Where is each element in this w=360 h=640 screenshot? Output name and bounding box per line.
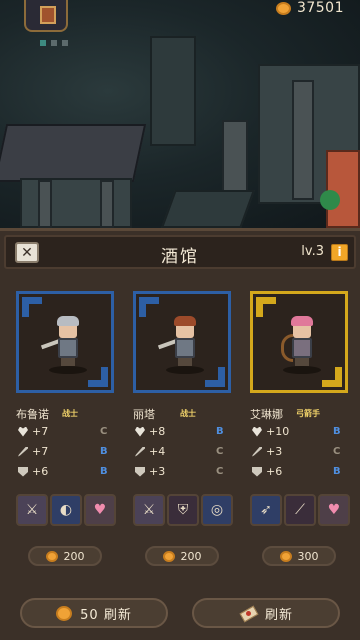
stat-grade: B (333, 426, 341, 437)
temple-pillar (38, 180, 52, 228)
paid-refresh-button[interactable]: 50 刷新 (20, 598, 168, 628)
hire-price: 200 (63, 549, 85, 563)
sword-icon (18, 446, 28, 457)
hire-button[interactable]: 200 (145, 546, 219, 566)
hero-name: 丽塔 (133, 408, 155, 421)
hero-class: 战士 (180, 409, 196, 418)
frame-corner (88, 367, 108, 387)
skill-row: ⚔ ⛨ ◎ (133, 494, 233, 526)
sword-slash-icon[interactable]: ⚔ (133, 494, 165, 526)
stone-column (150, 36, 196, 146)
stat-hp: +8 (135, 425, 165, 438)
scroll-icon (239, 605, 257, 621)
stat-attack: +7 (18, 445, 48, 458)
page-dot (40, 40, 46, 46)
hero-card-elena[interactable] (250, 291, 348, 393)
frame-corner (322, 367, 342, 387)
shield-icon[interactable]: ⛨ (167, 494, 199, 526)
whirlwind-icon[interactable]: ◐ (50, 494, 82, 526)
hire-price: 300 (297, 549, 319, 563)
stat-grade: C (216, 466, 224, 477)
stat-grade: B (100, 466, 108, 477)
floor-tiles (161, 190, 255, 228)
coin-icon (56, 605, 73, 621)
heart-icon (135, 426, 145, 437)
hero-name: 布鲁诺 (16, 408, 49, 421)
sword-icon (252, 446, 262, 457)
stat-attack: +4 (135, 445, 165, 458)
frame-corner (205, 367, 225, 387)
coin-icon (275, 1, 291, 15)
hero-portrait (40, 314, 89, 374)
frame-corner (22, 297, 42, 317)
stat-grade: C (216, 446, 224, 457)
heart-icon (252, 426, 262, 437)
stat-defense: +6 (252, 465, 282, 478)
heart-icon (18, 426, 28, 437)
stat-attack: +3 (252, 445, 282, 458)
stat-grade: B (216, 426, 224, 437)
guild-emblem[interactable] (24, 0, 68, 32)
ruin-column (292, 80, 314, 200)
temple-wall (20, 178, 132, 228)
red-house (326, 150, 360, 228)
stat-grade: C (100, 426, 108, 437)
stat-defense: +3 (135, 465, 165, 478)
page-indicator (40, 40, 68, 46)
hero-class: 弓箭手 (296, 409, 320, 418)
hire-button[interactable]: 300 (262, 546, 336, 566)
free-refresh-label: 刷新 (264, 607, 293, 623)
heart-icon[interactable]: ♥ (84, 494, 116, 526)
page-dot (62, 40, 68, 46)
tavern-panel: ✕ 酒馆 lv.3 i 布鲁诺 战士 丽塔 战士 艾琳娜 弓箭手 +7 C +7… (0, 228, 360, 640)
sword-slash-icon[interactable]: ⚔ (16, 494, 48, 526)
coin-amount: 37501 (296, 0, 344, 16)
hero-portrait (281, 314, 323, 374)
paid-refresh-label: 50 刷新 (80, 607, 132, 623)
target-icon[interactable]: ◎ (201, 494, 233, 526)
stat-grade: B (333, 466, 341, 477)
shield-icon (135, 466, 145, 477)
temple-roof (0, 124, 147, 182)
hero-portrait (157, 314, 206, 374)
coin-icon (45, 550, 58, 562)
stat-grade: C (333, 446, 341, 457)
hero-card-bruno[interactable] (16, 291, 114, 393)
coin-icon (279, 550, 292, 562)
spear-icon[interactable]: ⟋ (284, 494, 316, 526)
hero-name: 艾琳娜 (250, 408, 283, 421)
hero-class: 战士 (62, 409, 78, 418)
stat-hp: +7 (18, 425, 48, 438)
tavern-level: lv.3 (301, 244, 324, 259)
stat-defense: +6 (18, 465, 48, 478)
free-refresh-button[interactable]: 刷新 (192, 598, 340, 628)
skill-row: ⚔ ◐ ♥ (16, 494, 116, 526)
hire-price: 200 (180, 549, 202, 563)
shield-icon (252, 466, 262, 477)
stat-hp: +10 (252, 425, 289, 438)
green-cauldron (320, 190, 340, 210)
info-button[interactable]: i (331, 244, 348, 261)
dungeon-scene: 37501 (0, 0, 360, 228)
frame-corner (256, 297, 276, 317)
temple-pillar (100, 180, 114, 228)
hero-card-rita[interactable] (133, 291, 231, 393)
stat-grade: B (100, 446, 108, 457)
skill-row: ➶ ⟋ ♥ (250, 494, 350, 526)
info-icon: i (337, 245, 342, 259)
panel-header: ✕ 酒馆 lv.3 i (4, 235, 356, 269)
page-dot (51, 40, 57, 46)
hire-button[interactable]: 200 (28, 546, 102, 566)
arrow-icon[interactable]: ➶ (250, 494, 282, 526)
shield-icon (18, 466, 28, 477)
coin-counter: 37501 (275, 0, 344, 16)
frame-corner (139, 297, 159, 317)
heart-icon[interactable]: ♥ (318, 494, 350, 526)
coin-icon (162, 550, 175, 562)
sword-icon (135, 446, 145, 457)
